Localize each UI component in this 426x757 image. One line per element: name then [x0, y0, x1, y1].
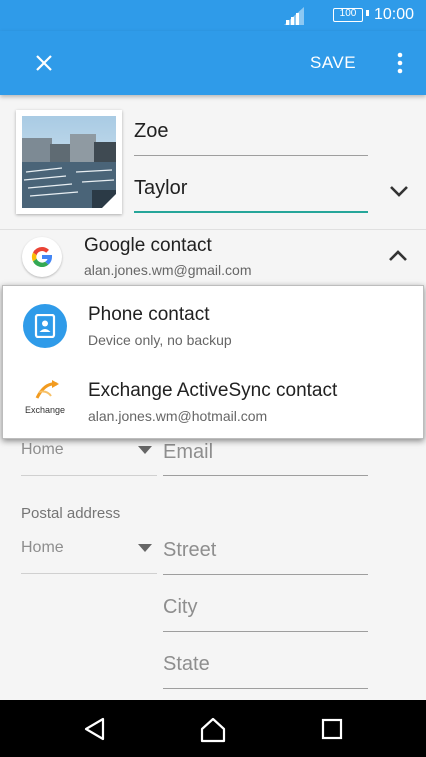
city-field[interactable]: City: [163, 596, 197, 619]
photo-image: [22, 116, 116, 208]
phone-contact-icon: [23, 304, 67, 348]
back-icon: [84, 717, 105, 741]
popup-item-exchange-contact[interactable]: Exchange Exchange ActiveSync contact ala…: [3, 362, 423, 438]
postal-type-select[interactable]: Home: [21, 539, 64, 557]
first-name-underline: [134, 155, 368, 156]
status-bar: 100 10:00: [0, 0, 426, 31]
postal-type-underline: [21, 573, 157, 574]
popup-item-title: Exchange ActiveSync contact: [88, 380, 338, 401]
contact-photo[interactable]: [16, 110, 122, 214]
exchange-arrow-icon: [35, 380, 59, 399]
navigation-bar: [0, 700, 426, 757]
signal-icon: [284, 7, 304, 25]
recents-icon: [321, 718, 343, 740]
popup-item-title: Phone contact: [88, 304, 210, 325]
last-name-field[interactable]: Taylor: [134, 177, 187, 200]
google-logo-icon: [31, 246, 52, 268]
more-vert-icon: [397, 52, 403, 74]
last-name-underline: [134, 211, 368, 213]
contact-card-icon: [34, 314, 56, 338]
exchange-logo-icon: Exchange: [23, 380, 67, 424]
account-email: alan.jones.wm@gmail.com: [84, 262, 252, 278]
home-icon: [200, 717, 226, 743]
expand-name-button[interactable]: [386, 180, 412, 202]
chevron-up-icon: [389, 250, 407, 261]
overflow-menu-button[interactable]: [388, 47, 412, 79]
account-title: Google contact: [84, 235, 212, 256]
close-button[interactable]: [26, 45, 62, 81]
city-underline: [163, 631, 368, 632]
chevron-down-icon: [390, 186, 408, 197]
close-icon: [36, 55, 52, 71]
first-name-field[interactable]: Zoe: [134, 120, 168, 143]
google-account-icon: [22, 237, 62, 277]
battery-icon: 100: [333, 8, 363, 22]
state-field[interactable]: State: [163, 653, 210, 676]
state-underline: [163, 688, 368, 689]
street-field[interactable]: Street: [163, 539, 216, 562]
recents-button[interactable]: [317, 714, 347, 744]
clock: 10:00: [374, 6, 415, 23]
email-type-select[interactable]: Home: [21, 441, 64, 459]
home-button[interactable]: [198, 714, 228, 744]
email-underline: [163, 475, 368, 476]
exchange-logo-text: Exchange: [25, 405, 66, 415]
dropdown-arrow-icon: [138, 446, 152, 454]
battery-level: 100: [339, 8, 357, 19]
app-bar: SAVE: [0, 31, 426, 95]
save-button[interactable]: SAVE: [310, 53, 356, 73]
divider: [0, 229, 426, 230]
account-type-popup: Phone contact Device only, no backup Exc…: [2, 285, 424, 439]
back-button[interactable]: [80, 714, 110, 744]
popup-item-phone-contact[interactable]: Phone contact Device only, no backup: [3, 286, 423, 362]
popup-item-subtitle: Device only, no backup: [88, 332, 232, 348]
street-underline: [163, 574, 368, 575]
battery-tip: [366, 10, 369, 16]
dropdown-arrow-icon: [138, 544, 152, 552]
popup-item-subtitle: alan.jones.wm@hotmail.com: [88, 408, 268, 424]
postal-section-label: Postal address: [21, 505, 121, 522]
account-collapse-button[interactable]: [385, 245, 411, 267]
email-field[interactable]: Email: [163, 441, 213, 464]
email-type-underline: [21, 475, 157, 476]
